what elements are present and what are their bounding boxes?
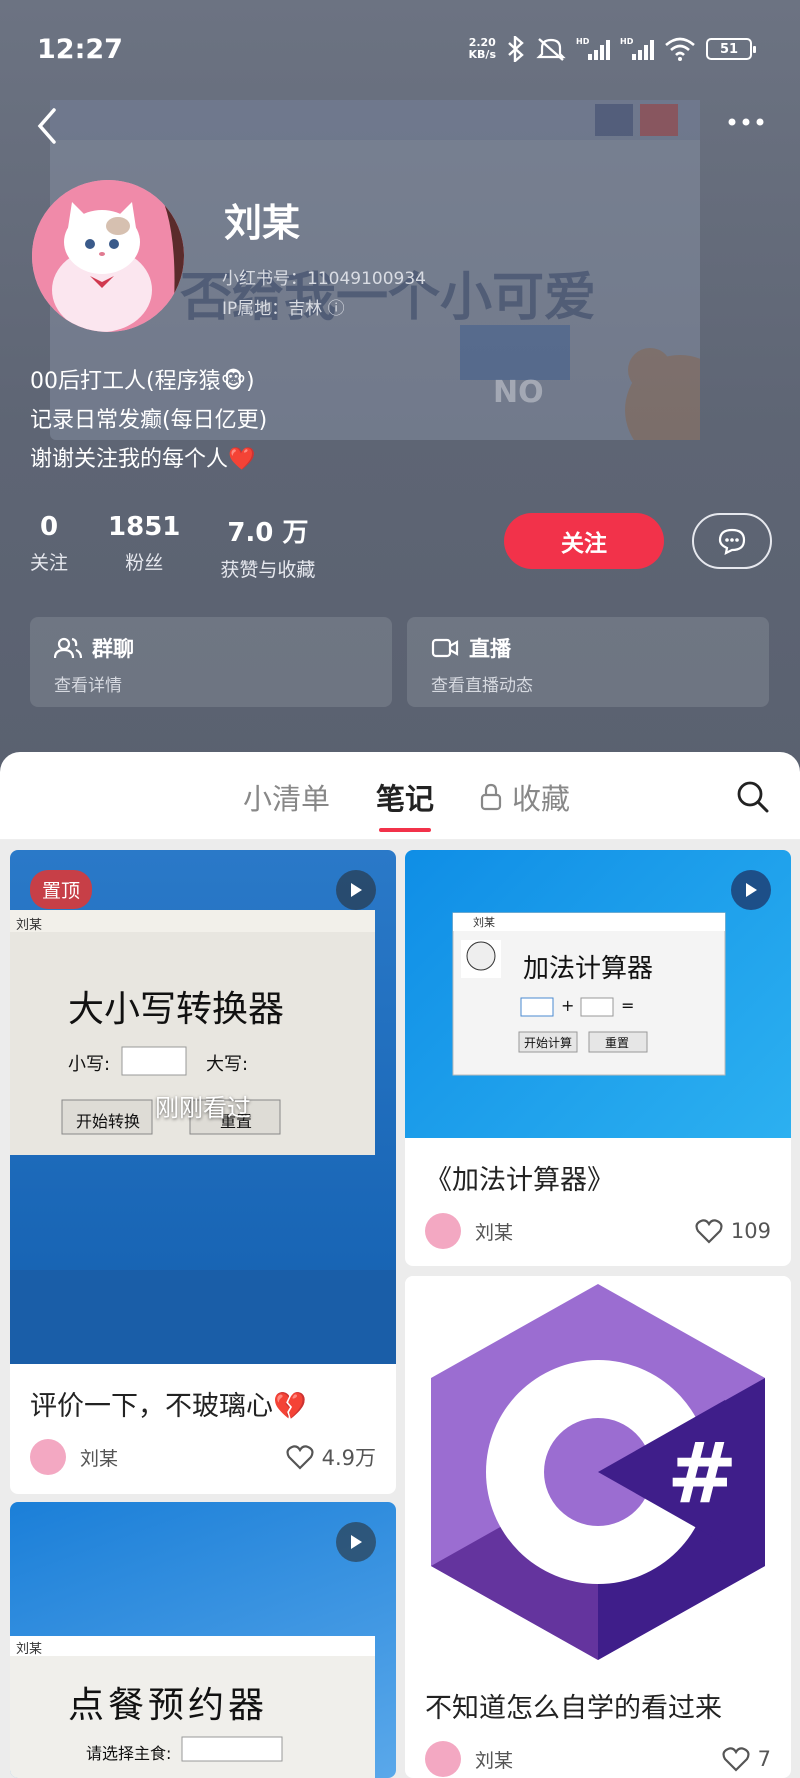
label-lower: 小写: bbox=[68, 1054, 111, 1075]
video-camera-icon bbox=[431, 638, 459, 658]
app-heading: 加法计算器 bbox=[523, 954, 654, 984]
author-name: 刘某 bbox=[475, 1221, 514, 1244]
bio-line: 记录日常发癫(每日亿更) bbox=[30, 408, 268, 433]
profile-name: 刘某 bbox=[224, 201, 301, 245]
more-options-icon[interactable] bbox=[726, 110, 766, 134]
tab-notes[interactable]: 笔记 bbox=[376, 776, 434, 832]
wifi-icon bbox=[665, 37, 695, 61]
cat-avatar-image bbox=[32, 180, 184, 332]
like-count: 7 bbox=[757, 1747, 771, 1771]
profile-bio: 00后打工人(程序猿🐵) 记录日常发癫(每日亿更) 谢谢关注我的每个人❤️ bbox=[30, 362, 267, 479]
recently-viewed-label: 刚刚看过 bbox=[155, 1094, 251, 1122]
play-icon bbox=[336, 1522, 376, 1562]
group-chat-subtitle: 查看详情 bbox=[54, 676, 122, 696]
banner-no: NO bbox=[493, 375, 544, 410]
note-title: 评价一下，不玻璃心💔 bbox=[30, 1391, 307, 1422]
network-speed: 2.20 KB/s bbox=[468, 36, 496, 61]
note-card[interactable]: 刘某 点餐预约器 请选择主食: bbox=[10, 1502, 396, 1778]
like-button[interactable]: 4.9万 bbox=[286, 1442, 376, 1472]
like-count: 4.9万 bbox=[321, 1446, 376, 1470]
chat-bubble-icon bbox=[718, 528, 746, 555]
group-chat-card[interactable]: 群聊 查看详情 bbox=[30, 617, 392, 707]
note-card[interactable]: 刘某 加法计算器 + = 开始计算 重置 《加法计算器》 刘某 109 bbox=[405, 850, 791, 1266]
app-heading: 大小写转换器 bbox=[68, 989, 285, 1030]
svg-text:HD: HD bbox=[620, 37, 634, 46]
note-title: 《加法计算器》 bbox=[425, 1165, 614, 1196]
note-cover: # bbox=[405, 1276, 791, 1666]
author-name: 刘某 bbox=[475, 1749, 514, 1772]
status-bar: 12:27 2.20 KB/s HD HD 51 bbox=[0, 0, 800, 100]
signal-icon: HD bbox=[576, 37, 610, 60]
stat-likes[interactable]: 7.0 万 获赞与收藏 bbox=[220, 512, 315, 582]
play-icon bbox=[336, 870, 376, 910]
heart-icon bbox=[722, 1747, 750, 1772]
bio-line: 谢谢关注我的每个人❤️ bbox=[30, 447, 256, 472]
window-title: 刘某 bbox=[473, 916, 495, 929]
author-avatar bbox=[30, 1439, 66, 1475]
tab-favorites[interactable]: 收藏 bbox=[480, 776, 570, 818]
stat-following[interactable]: 0 关注 bbox=[30, 512, 68, 582]
tab-list[interactable]: 小清单 bbox=[243, 776, 330, 818]
note-title: 不知道怎么自学的看过来 bbox=[425, 1693, 722, 1724]
content-tabs: 小清单 笔记 收藏 bbox=[0, 752, 800, 840]
window-title: 刘某 bbox=[16, 918, 43, 933]
svg-text:HD: HD bbox=[576, 37, 590, 46]
btn-reset: 重置 bbox=[605, 1036, 630, 1050]
author-avatar bbox=[425, 1741, 461, 1777]
like-button[interactable]: 7 bbox=[722, 1746, 771, 1772]
author-name: 刘某 bbox=[80, 1447, 119, 1470]
app-heading: 点餐预约器 bbox=[68, 1685, 269, 1726]
live-subtitle: 查看直播动态 bbox=[431, 676, 533, 696]
profile-header: 否给我一个小可爱 NO 12:27 2.20 KB/s HD HD 51 刘某 … bbox=[0, 0, 800, 780]
ip-location[interactable]: IP属地：吉林 ⓘ bbox=[222, 294, 345, 319]
note-card[interactable]: # 不知道怎么自学的看过来 刘某 7 bbox=[405, 1276, 791, 1778]
status-time: 12:27 bbox=[37, 34, 123, 65]
author-avatar bbox=[425, 1213, 461, 1249]
bio-line: 00后打工人(程序猿🐵) bbox=[30, 369, 255, 394]
live-title: 直播 bbox=[469, 637, 511, 661]
like-button[interactable]: 109 bbox=[695, 1218, 771, 1244]
live-card[interactable]: 直播 查看直播动态 bbox=[407, 617, 769, 707]
pinned-badge: 置顶 bbox=[30, 870, 93, 909]
heart-icon bbox=[695, 1219, 723, 1244]
bluetooth-icon bbox=[508, 36, 524, 62]
logo-hash: # bbox=[667, 1424, 738, 1522]
btn-start: 开始计算 bbox=[524, 1036, 573, 1050]
window-title: 刘某 bbox=[16, 1642, 43, 1657]
follow-button[interactable]: 关注 bbox=[504, 513, 664, 569]
play-icon bbox=[731, 870, 771, 910]
group-chat-title: 群聊 bbox=[92, 637, 134, 661]
battery-icon: 51 bbox=[706, 38, 756, 60]
profile-id: 小红书号：11049100934 bbox=[222, 269, 426, 289]
group-users-icon bbox=[54, 637, 82, 659]
stat-followers[interactable]: 1851 粉丝 bbox=[108, 512, 180, 582]
note-card[interactable]: 刘某 大小写转换器 小写: 大写: 开始转换 重置 置顶 刚刚看过 评价一下，不… bbox=[10, 850, 396, 1494]
mute-icon bbox=[536, 38, 566, 61]
label-food: 请选择主食: bbox=[86, 1744, 172, 1763]
like-count: 109 bbox=[730, 1219, 771, 1243]
avatar[interactable] bbox=[32, 180, 184, 332]
heart-icon bbox=[286, 1445, 314, 1470]
label-upper: 大写: bbox=[206, 1054, 249, 1075]
profile-stats: 0 关注 1851 粉丝 7.0 万 获赞与收藏 bbox=[30, 512, 315, 582]
signal-icon-2: HD bbox=[620, 37, 654, 60]
search-icon[interactable] bbox=[736, 780, 770, 814]
tab-favorites-label: 收藏 bbox=[512, 782, 571, 816]
note-cover: 刘某 大小写转换器 小写: 大写: 开始转换 重置 置顶 刚刚看过 bbox=[10, 850, 396, 1364]
note-cover: 刘某 加法计算器 + = 开始计算 重置 bbox=[405, 850, 791, 1138]
back-button[interactable] bbox=[32, 104, 62, 148]
equals-sign: = bbox=[621, 996, 635, 1015]
note-cover: 刘某 点餐预约器 请选择主食: bbox=[10, 1502, 396, 1778]
message-button[interactable] bbox=[692, 513, 772, 569]
lock-icon bbox=[480, 783, 502, 811]
plus-sign: + bbox=[561, 996, 575, 1015]
